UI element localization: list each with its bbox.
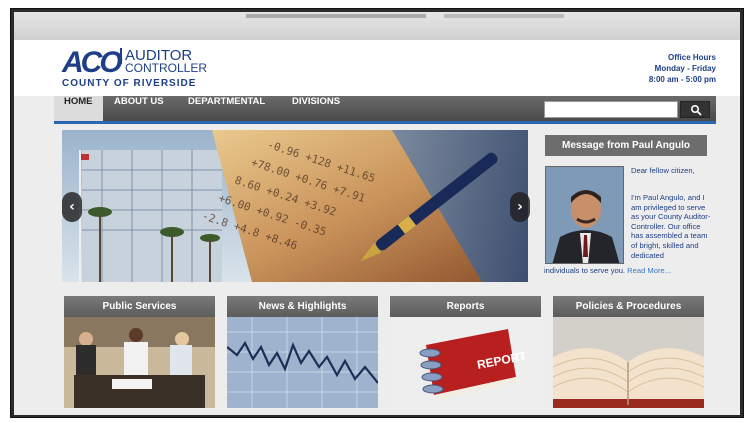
page: ACO AUDITOR CONTROLLER COUNTY OF RIVERSI… [14, 40, 740, 415]
search-button[interactable] [680, 101, 710, 118]
hero-image: -0.96 +128 +11.65 +78.00 +0.76 +7.91 8.6… [62, 130, 528, 282]
message-tail-text: individuals to serve you. [544, 266, 626, 275]
card-public-services[interactable]: Public Services [64, 296, 215, 408]
card-news-highlights[interactable]: News & Highlights [227, 296, 378, 408]
card-image [227, 317, 378, 408]
site-logo[interactable]: ACO AUDITOR CONTROLLER COUNTY OF RIVERSI… [62, 46, 212, 90]
director-photo [545, 166, 624, 264]
read-more-link[interactable]: Read More... [627, 266, 671, 275]
card-policies-procedures[interactable]: Policies & Procedures [553, 296, 704, 408]
message-body: I'm Paul Angulo, and I am privileged to … [631, 193, 711, 260]
search-input[interactable] [544, 101, 678, 118]
logo-line-2: CONTROLLER [125, 61, 208, 75]
message-heading: Message from Paul Angulo [545, 135, 707, 156]
card-reports[interactable]: Reports REPORT [390, 296, 541, 408]
nav-departmental[interactable]: DEPARTMENTAL [188, 96, 265, 121]
office-hours-title: Office Hours [667, 53, 716, 62]
message-panel: Dear fellow citizen, I'm Paul Angulo, an… [544, 163, 712, 283]
slideshow-prev-button[interactable]: ‹ [62, 192, 82, 222]
card-title[interactable]: Reports [390, 296, 541, 317]
office-hours-time: 8:00 am - 5:00 pm [648, 75, 716, 84]
site-header: ACO AUDITOR CONTROLLER COUNTY OF RIVERSI… [14, 40, 740, 96]
card-title[interactable]: Public Services [64, 296, 215, 317]
message-greeting: Dear fellow citizen, [631, 166, 695, 175]
search-icon [690, 104, 702, 116]
card-title[interactable]: News & Highlights [227, 296, 378, 317]
message-tail: individuals to serve you. Read More... [544, 266, 712, 276]
browser-toolbar [14, 12, 740, 40]
slideshow-next-button[interactable]: › [510, 192, 530, 222]
toolbar-decoration [444, 14, 564, 18]
logo-county: COUNTY OF RIVERSIDE [62, 78, 197, 89]
card-image: REPORT [390, 317, 541, 408]
main-nav: HOME ABOUT US DEPARTMENTAL DIVISIONS [54, 96, 716, 124]
nav-home[interactable]: HOME [54, 96, 103, 121]
card-image [64, 317, 215, 408]
nav-about-us[interactable]: ABOUT US [114, 96, 164, 121]
nav-divisions[interactable]: DIVISIONS [292, 96, 340, 121]
office-hours-days: Monday - Friday [654, 64, 716, 73]
card-image [553, 317, 704, 408]
card-title[interactable]: Policies & Procedures [553, 296, 704, 317]
toolbar-decoration [246, 14, 426, 18]
office-hours: Office Hours Monday - Friday 8:00 am - 5… [649, 52, 716, 85]
logo-mark: ACO [62, 46, 123, 79]
hero-slideshow[interactable]: -0.96 +128 +11.65 +78.00 +0.76 +7.91 8.6… [62, 130, 528, 282]
